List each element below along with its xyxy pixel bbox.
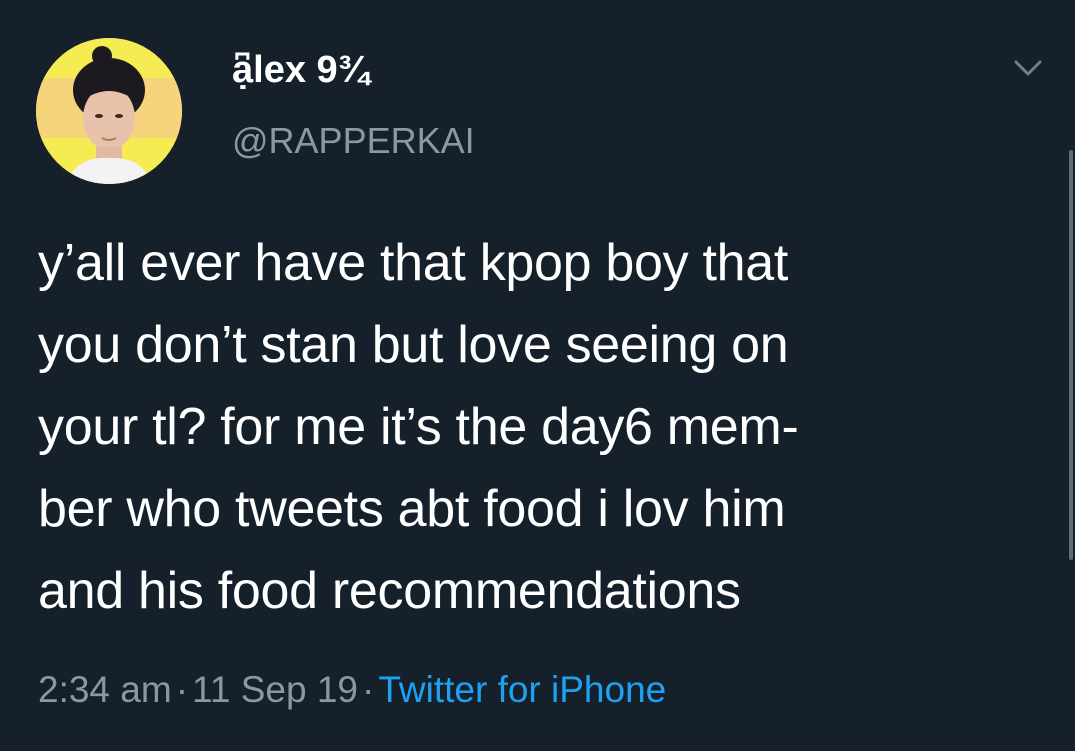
tweet-text-line: y’all ever have that kpop boy that (38, 234, 789, 292)
user-handle[interactable]: @RAPPERKAI (232, 120, 475, 162)
tweet-source-link[interactable]: Twitter for iPhone (378, 669, 666, 710)
tweet-metadata: 2:34 am · 11 Sep 19 · Twitter for iPhone (38, 668, 666, 712)
tweet-text-line: ber who tweets abt food i lov him (38, 480, 786, 538)
tweet-time: 2:34 am (38, 669, 172, 710)
avatar-image (36, 38, 182, 184)
avatar[interactable] (36, 38, 182, 184)
tweet-text: y’all ever have that kpop boy that you d… (38, 222, 1048, 632)
scrollbar[interactable] (1069, 150, 1073, 560)
separator-dot: · (175, 669, 189, 710)
tweet-text-line: and his food recommendations (38, 562, 741, 620)
tweet-card: ạ͆lex 9¾ @RAPPERKAI y’all ever have that… (0, 0, 1075, 751)
chevron-down-icon[interactable] (1006, 50, 1050, 84)
tweet-text-line: you don’t stan but love seeing on (38, 316, 789, 374)
tweet-text-line: your tl? for me it’s the day6 mem- (38, 398, 799, 456)
display-name[interactable]: ạ͆lex 9¾ (232, 48, 369, 92)
tweet-date: 11 Sep 19 (192, 669, 358, 710)
separator-dot: · (362, 669, 375, 710)
